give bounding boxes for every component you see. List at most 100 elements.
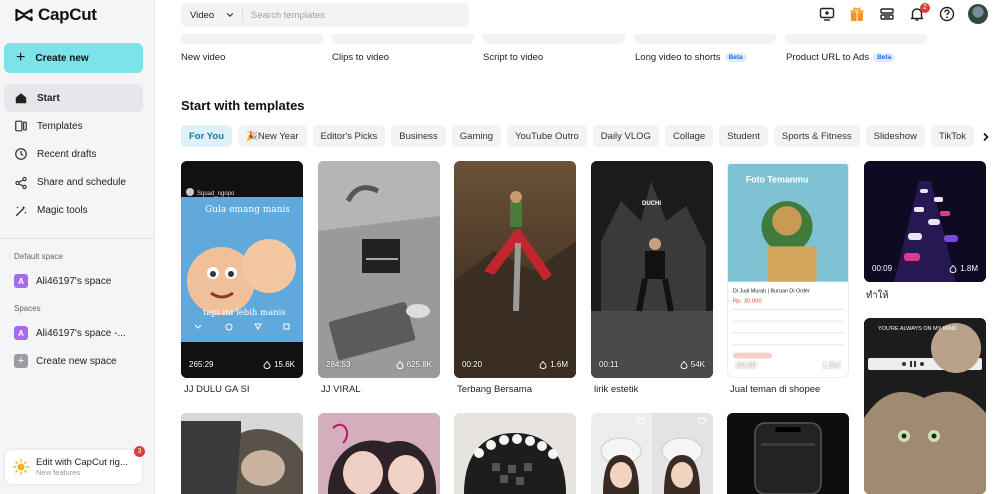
template-card[interactable]: 00:20 1.6M — [454, 161, 576, 378]
spaces-title: Spaces — [14, 304, 41, 313]
usage-icon — [680, 360, 688, 369]
template-thumbnail — [181, 413, 303, 494]
chip-slideshow[interactable]: Slideshow — [865, 125, 925, 147]
template-thumbnail — [318, 161, 440, 378]
plus-icon: + — [16, 49, 26, 66]
template-thumbnail — [727, 413, 849, 494]
quick-action-label: New video — [181, 52, 226, 63]
default-space-title: Default space — [14, 252, 63, 261]
space-badge: A — [14, 274, 28, 288]
storage-icon[interactable] — [878, 6, 895, 23]
avatar[interactable] — [968, 4, 988, 24]
search-bar: Video — [181, 3, 469, 27]
space-label: Ali46197's space — [36, 275, 112, 287]
promo-title: Edit with CapCut rig... — [36, 457, 128, 468]
quick-action-card[interactable] — [181, 34, 323, 44]
search-input[interactable] — [243, 9, 463, 21]
template-card[interactable] — [454, 413, 576, 494]
quick-action-script-to-video[interactable]: Script to video — [483, 52, 543, 63]
template-thumbnail: YOU'RE ALWAYS ON MY MIND — [864, 318, 986, 494]
chip-tiktok[interactable]: TikTok — [930, 125, 975, 147]
quick-action-label: Script to video — [483, 52, 544, 63]
card-uses: 1.6M — [539, 360, 568, 369]
quick-action-long-video-to-shorts[interactable]: Long video to shorts Beta — [635, 52, 747, 63]
chips-next-button[interactable] — [977, 128, 995, 146]
help-icon[interactable] — [938, 6, 955, 23]
quick-action-label: Long video to shorts — [635, 52, 721, 63]
sidebar-item-templates[interactable]: Templates — [4, 112, 143, 140]
card-uses: 625.8K — [396, 360, 432, 369]
chip-daily-vlog[interactable]: Daily VLOG — [592, 125, 659, 147]
sidebar-item-magic-tools[interactable]: Magic tools — [4, 197, 143, 225]
sidebar-item-recent-drafts[interactable]: Recent drafts — [4, 140, 143, 168]
card-price: Rp. 30.000 — [733, 298, 763, 304]
clock-icon — [14, 147, 28, 161]
bell-icon[interactable]: 2 — [908, 2, 930, 23]
sidebar-item-default-space[interactable]: A Ali46197's space — [14, 274, 111, 288]
chip-editors-picks[interactable]: Editor's Picks — [312, 125, 386, 147]
card-uses-count: 15.6K — [274, 360, 295, 369]
sidebar-item-share-and-schedule[interactable]: Share and schedule — [4, 169, 143, 197]
card-overlay-top: DUCHI — [642, 201, 661, 207]
template-thumbnail — [318, 413, 440, 494]
promo-card[interactable]: Edit with CapCut rig... New features 3 — [5, 446, 145, 484]
templates-icon — [14, 119, 28, 133]
template-card[interactable]: YOU'RE ALWAYS ON MY MIND — [864, 318, 986, 494]
quick-action-card[interactable] — [634, 34, 776, 44]
space-label: Create new space — [36, 355, 117, 367]
template-card[interactable]: 284:53 625.8K — [318, 161, 440, 378]
create-new-space-button[interactable]: + Create new space — [14, 354, 117, 368]
header-actions: 2 — [818, 2, 988, 24]
chip-sports-fitness[interactable]: Sports & Fitness — [773, 125, 860, 147]
chip-collage[interactable]: Collage — [664, 125, 714, 147]
quick-action-label: Clips to video — [332, 52, 390, 63]
template-card[interactable]: Foto Temanmu Di Jual Murah | Buruan Di O… — [727, 161, 849, 378]
template-thumbnail — [591, 413, 713, 494]
gift-icon[interactable] — [848, 6, 865, 23]
card-product-name: Di Jual Murah | Buruan Di Order — [733, 289, 810, 295]
template-card[interactable]: DUCHI 00:11 54K — [591, 161, 713, 378]
screen-record-icon[interactable] — [818, 6, 835, 23]
quick-action-card[interactable] — [785, 34, 927, 44]
chip-youtube-outro[interactable]: YouTube Outro — [507, 125, 587, 147]
chip-new-year[interactable]: 🎉New Year — [238, 125, 307, 147]
home-icon — [14, 91, 28, 105]
create-new-button[interactable]: + Create new — [4, 43, 143, 73]
card-uses-count: 1.5M — [822, 361, 840, 370]
chip-student[interactable]: Student — [719, 125, 768, 147]
chip-gaming[interactable]: Gaming — [451, 125, 502, 147]
sidebar-item-label: Recent drafts — [37, 148, 97, 160]
search-type-label: Video — [190, 9, 215, 21]
sidebar-item-label: Share and schedule — [37, 177, 126, 189]
card-uses: 1.5M — [811, 361, 840, 370]
share-icon — [14, 176, 28, 190]
chip-for-you[interactable]: For You — [181, 125, 233, 147]
template-card[interactable] — [727, 413, 849, 494]
template-card[interactable] — [181, 413, 303, 494]
template-card[interactable] — [591, 413, 713, 494]
template-card[interactable] — [318, 413, 440, 494]
quick-action-new-video[interactable]: New video — [181, 52, 225, 63]
quick-action-card[interactable] — [483, 34, 625, 44]
beta-badge: Beta — [873, 53, 896, 62]
sidebar-item-space[interactable]: A Ali46197's space -... — [14, 326, 126, 340]
card-uses-count: 1.8M — [960, 264, 978, 273]
search-type-dropdown[interactable]: Video — [181, 8, 243, 22]
capcut-logo[interactable]: CapCut — [14, 5, 97, 25]
quick-action-card[interactable] — [332, 34, 474, 44]
sidebar-item-label: Magic tools — [37, 205, 88, 217]
chip-business[interactable]: Business — [391, 125, 446, 147]
quick-action-product-url-to-ads[interactable]: Product URL to Ads Beta — [786, 52, 896, 63]
template-card[interactable]: Squad_ngopo Gula emang manis tapi ini le… — [181, 161, 303, 378]
template-card[interactable]: 00:09 1.8M — [864, 161, 986, 282]
card-title: JJ VIRAL — [321, 384, 361, 395]
template-thumbnail: Foto Temanmu Di Jual Murah | Buruan Di O… — [728, 163, 848, 377]
quick-action-label: Product URL to Ads — [786, 52, 870, 63]
chevron-right-icon — [983, 132, 989, 142]
card-overlay-top: YOU'RE ALWAYS ON MY MIND — [878, 326, 957, 332]
quick-action-clips-to-video[interactable]: Clips to video — [332, 52, 389, 63]
notification-badge: 2 — [920, 2, 930, 13]
sidebar-item-start[interactable]: Start — [4, 84, 143, 112]
capcut-logo-icon — [15, 8, 33, 22]
card-uses-count: 54K — [690, 360, 705, 369]
